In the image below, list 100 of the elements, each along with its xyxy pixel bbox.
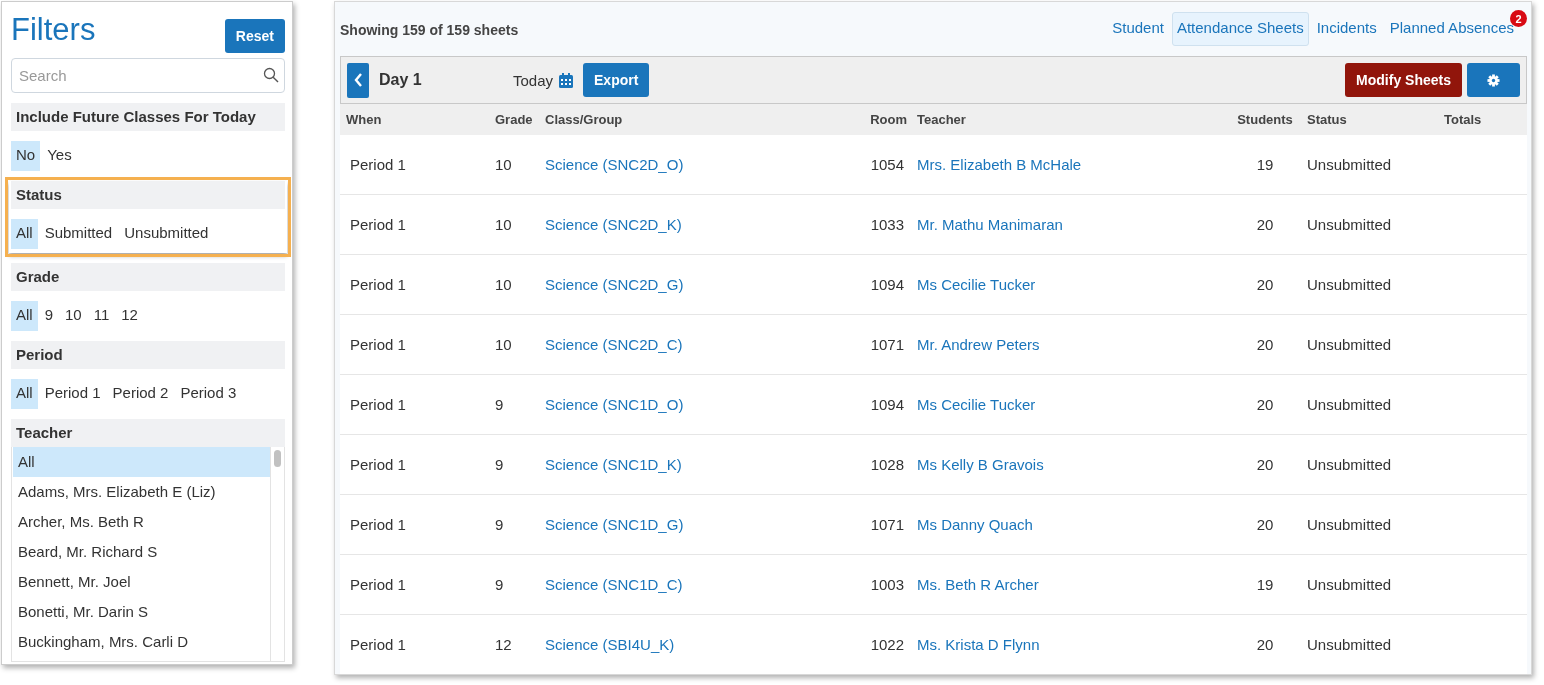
teacher-link[interactable]: Ms Cecilie Tucker: [907, 276, 1227, 293]
table-cell-text: 20: [1255, 336, 1275, 353]
settings-button[interactable]: [1467, 63, 1520, 97]
filter-option[interactable]: 10: [60, 301, 87, 331]
table-cell-text: Unsubmitted: [1306, 276, 1393, 293]
table-cell-text: Period 1: [349, 156, 407, 173]
teacher-link[interactable]: Ms Cecilie Tucker: [907, 396, 1227, 413]
class-link[interactable]: Science (SNC2D_G): [539, 276, 855, 293]
teacher-link[interactable]: Ms Kelly B Gravois: [907, 456, 1227, 473]
teacher-link[interactable]: Mr. Mathu Manimaran: [907, 216, 1227, 233]
table-cell-text: 9: [494, 516, 505, 533]
table-cell-text: Unsubmitted: [1306, 156, 1393, 173]
teacher-item[interactable]: Beard, Mr. Richard S: [13, 537, 270, 567]
nav-tab[interactable]: Attendance Sheets: [1171, 12, 1309, 46]
column-header: When: [345, 112, 383, 127]
table-cell-text: 1022: [869, 636, 905, 653]
table-cell-text: Unsubmitted: [1306, 636, 1393, 653]
filters-title: Filters: [11, 14, 96, 46]
table-cell-text: 12: [494, 636, 513, 653]
table-cell-text: Unsubmitted: [1306, 576, 1393, 593]
teacher-item[interactable]: Bonetti, Mr. Darin S: [13, 597, 270, 627]
filter-option[interactable]: All: [11, 219, 38, 249]
table-cell-text: 10: [494, 276, 513, 293]
teacher-link[interactable]: Ms Danny Quach: [907, 516, 1227, 533]
class-link[interactable]: Science (SNC1D_K): [539, 456, 855, 473]
class-link[interactable]: Science (SNC1D_C): [539, 576, 855, 593]
settings-icon: [1487, 73, 1500, 87]
group-header: Period: [11, 341, 285, 369]
table-cell-text: 19: [1255, 576, 1275, 593]
nav-tab[interactable]: Incidents: [1311, 12, 1382, 46]
table-cell-text: Period 1: [349, 216, 407, 233]
filter-option[interactable]: No: [11, 141, 41, 171]
teacher-link[interactable]: Mr. Andrew Peters: [907, 336, 1227, 353]
table-cell-text: 20: [1255, 636, 1275, 653]
day-label: Day 1: [379, 71, 423, 89]
column-header: Totals: [1443, 112, 1483, 127]
table-cell-text: 1071: [869, 336, 905, 353]
table-cell-text: 1003: [869, 576, 905, 593]
filter-option[interactable]: Period 3: [175, 379, 242, 409]
filter-option[interactable]: 9: [39, 301, 58, 331]
table-cell-text: 10: [494, 216, 513, 233]
teacher-link[interactable]: Ms. Krista D Flynn: [907, 636, 1227, 653]
back-button[interactable]: [347, 62, 369, 98]
table-cell-text: Period 1: [349, 456, 407, 473]
export-button[interactable]: Export: [583, 63, 650, 97]
column-header: Class/Group: [544, 112, 624, 127]
table-cell-text: Unsubmitted: [1306, 516, 1393, 533]
teacher-item[interactable]: Archer, Ms. Beth R: [13, 507, 270, 537]
table-cell-text: Unsubmitted: [1306, 396, 1393, 413]
table-cell-text: Unsubmitted: [1306, 456, 1393, 473]
teacher-item[interactable]: Adams, Mrs. Elizabeth E (Liz): [13, 477, 270, 507]
filter-option[interactable]: Period 2: [107, 379, 174, 409]
column-header: Students: [1236, 112, 1294, 127]
teacher-link[interactable]: Ms. Beth R Archer: [907, 576, 1227, 593]
reset-button[interactable]: Reset: [224, 19, 285, 53]
table-cell-text: 1033: [869, 216, 905, 233]
table-cell-text: Unsubmitted: [1306, 336, 1393, 353]
date-label: Today: [513, 71, 554, 89]
filter-option[interactable]: 12: [116, 301, 143, 331]
class-link[interactable]: Science (SNC2D_O): [539, 156, 855, 173]
modify-sheets-button[interactable]: Modify Sheets: [1345, 63, 1462, 97]
column-header: Room: [869, 112, 907, 127]
table-cell-text: Period 1: [349, 396, 407, 413]
table-cell-text: Period 1: [349, 276, 407, 293]
table-cell-text: 19: [1255, 156, 1275, 173]
table-cell-text: 9: [494, 456, 505, 473]
teacher-item[interactable]: Buckingham, Mrs. Carli D: [13, 627, 270, 657]
class-link[interactable]: Science (SNC1D_G): [539, 516, 855, 533]
class-link[interactable]: Science (SNC2D_K): [539, 216, 855, 233]
scrollbar-thumb[interactable]: [274, 450, 281, 467]
table-cell-text: 1071: [869, 516, 905, 533]
table-cell-text: 20: [1255, 396, 1275, 413]
table-cell-text: Period 1: [349, 336, 407, 353]
table-cell-text: 10: [494, 336, 513, 353]
table-cell-text: 9: [494, 576, 505, 593]
teacher-link[interactable]: Mrs. Elizabeth B McHale: [907, 156, 1227, 173]
class-link[interactable]: Science (SNC1D_O): [539, 396, 855, 413]
filter-option[interactable]: All: [11, 301, 38, 331]
class-link[interactable]: Science (SBI4U_K): [539, 636, 855, 653]
table-cell-text: Period 1: [349, 516, 407, 533]
search-icon: [263, 67, 279, 83]
group-header: Status: [11, 181, 285, 209]
nav-tab[interactable]: Student: [1107, 12, 1169, 46]
calendar-icon[interactable]: [559, 72, 574, 88]
table-cell-text: 10: [494, 156, 513, 173]
filter-option[interactable]: Yes: [42, 141, 77, 171]
search-field[interactable]: Search: [11, 58, 285, 93]
filter-option[interactable]: Period 1: [39, 379, 106, 409]
table-cell-text: 1054: [869, 156, 905, 173]
filter-option[interactable]: 11: [88, 301, 115, 331]
filter-option[interactable]: All: [11, 379, 38, 409]
filter-option[interactable]: Unsubmitted: [119, 219, 214, 249]
summary-text: Showing 159 of 159 sheets: [340, 21, 519, 38]
table-cell-text: 1094: [869, 396, 905, 413]
table-cell-text: Period 1: [349, 576, 407, 593]
teacher-item[interactable]: Bennett, Mr. Joel: [13, 567, 270, 597]
filter-option[interactable]: Submitted: [39, 219, 118, 249]
group-header: Include Future Classes For Today: [11, 103, 285, 131]
teacher-item[interactable]: All: [13, 447, 270, 477]
class-link[interactable]: Science (SNC2D_C): [539, 336, 855, 353]
